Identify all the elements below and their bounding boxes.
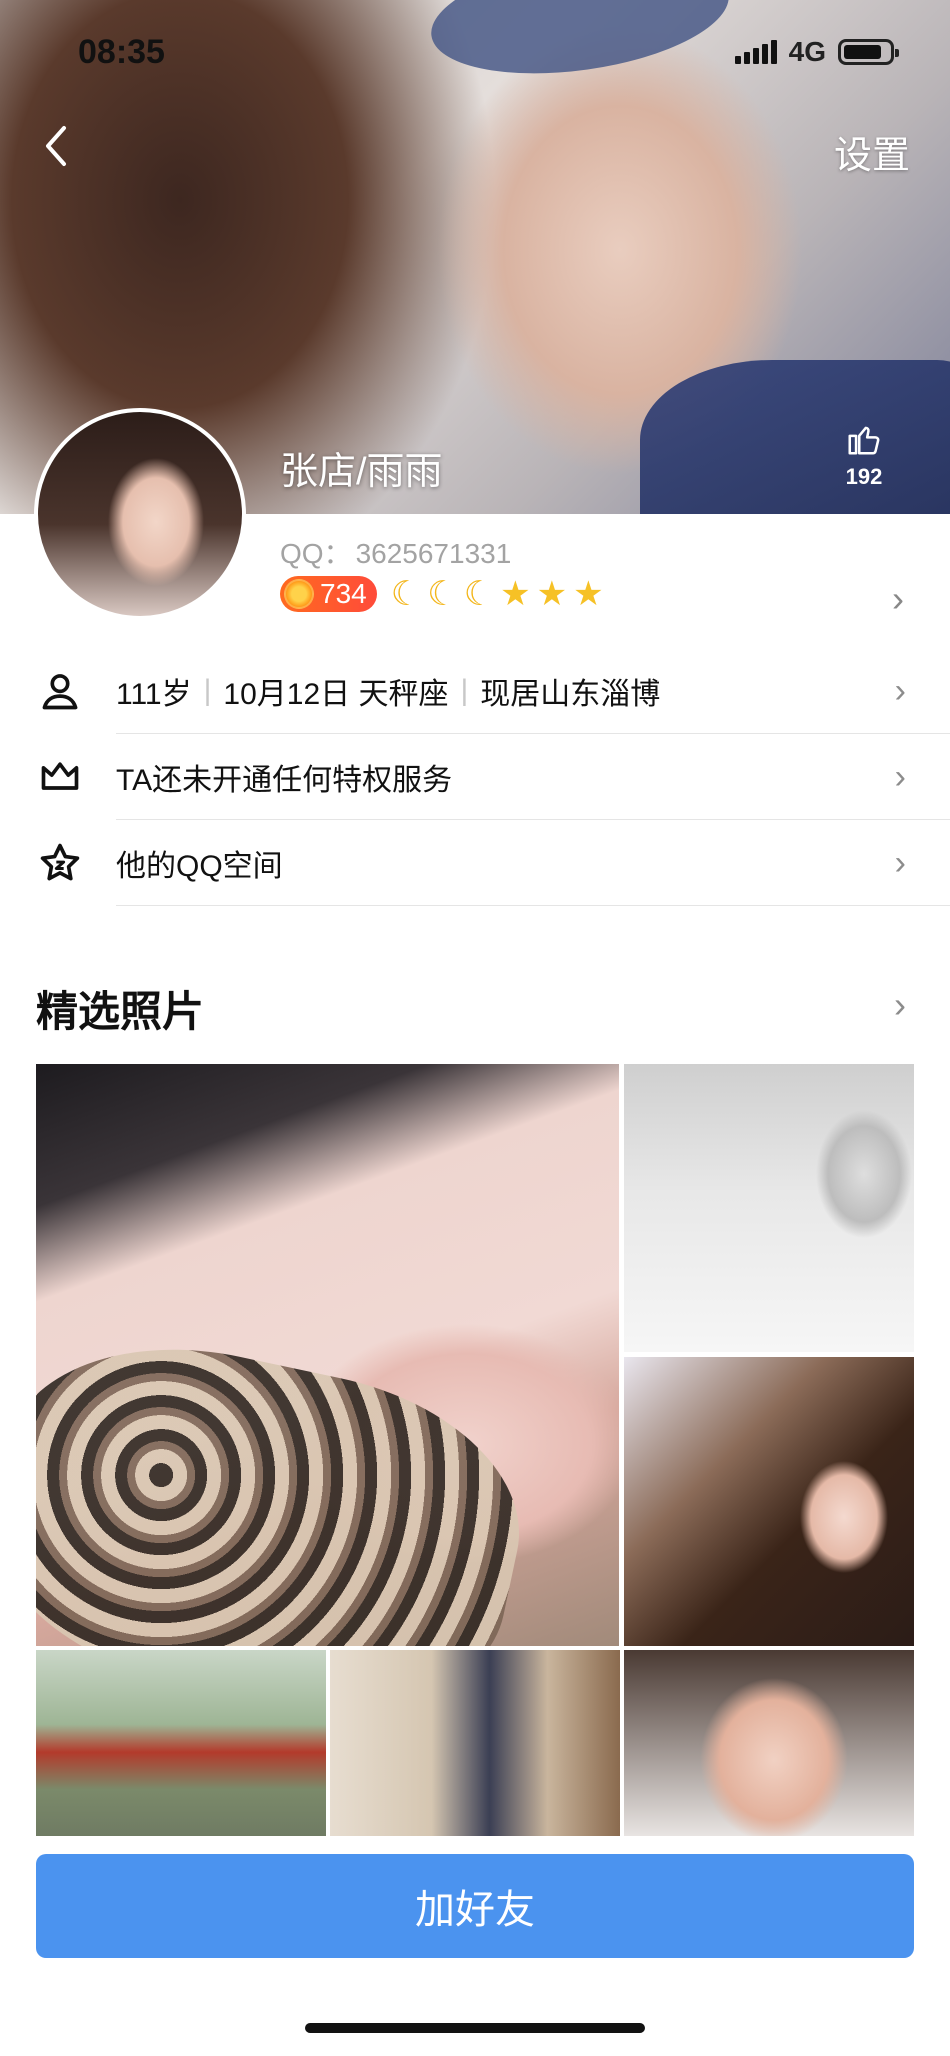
chevron-left-icon [46, 126, 66, 166]
qq-level-row[interactable]: 734 ☾ ☾ ☾ ★ ★ ★ [280, 576, 604, 612]
chevron-right-icon: › [894, 672, 906, 710]
profile-info-list: 111岁 | 10月12日 天秤座 | 现居山东淄博 › TA还未开通任何特权服… [0, 648, 950, 906]
divider: | [460, 673, 469, 707]
like-count: 192 [845, 464, 883, 489]
home-indicator[interactable] [305, 2023, 645, 2033]
signal-icon [734, 40, 777, 64]
featured-photos-chevron-right-icon[interactable]: › [894, 984, 906, 1026]
featured-photos-title: 精选照片 [36, 988, 205, 1035]
add-friend-button[interactable]: 加好友 [36, 1854, 914, 1958]
qq-number-line: QQ： 3625671331 [280, 532, 511, 572]
photo-pillow-pattern [36, 1313, 545, 1646]
divider: | [203, 673, 212, 707]
cover-clothing-shape [640, 360, 950, 514]
status-indicators: 4G [734, 36, 899, 68]
star-icon: ★ [536, 575, 568, 613]
star-icon: ★ [500, 575, 531, 613]
privilege-text: TA还未开通任何特权服务 [116, 734, 950, 820]
network-type: 4G [788, 36, 826, 67]
level-chevron-right-icon[interactable]: › [892, 578, 904, 620]
age-text: 111岁 [116, 677, 192, 711]
sun-icon [284, 579, 314, 609]
featured-photo-6[interactable] [624, 1650, 914, 1836]
basic-info-text: 111岁 | 10月12日 天秤座 | 现居山东淄博 [116, 648, 950, 734]
crown-icon [0, 755, 116, 799]
level-value: 734 [320, 578, 367, 609]
chevron-right-icon: › [894, 844, 906, 882]
featured-photo-1[interactable] [36, 1064, 619, 1646]
qzone-star-icon [0, 841, 116, 885]
moon-icon: ☾ [427, 575, 458, 613]
moon-icon: ☾ [390, 575, 422, 613]
qq-number: 3625671331 [355, 538, 512, 569]
featured-photo-2[interactable] [624, 1064, 914, 1352]
chevron-right-icon: › [894, 758, 906, 796]
qq-label: QQ： [280, 538, 352, 569]
avatar[interactable] [34, 408, 246, 620]
star-icon: ★ [573, 575, 604, 613]
settings-button[interactable]: 设置 [834, 124, 910, 179]
battery-icon [838, 39, 899, 65]
level-badge: 734 [280, 576, 377, 612]
person-icon [0, 669, 116, 713]
thumbs-up-icon [848, 426, 880, 455]
privilege-row[interactable]: TA还未开通任何特权服务 › [0, 734, 950, 820]
basic-info-row[interactable]: 111岁 | 10月12日 天秤座 | 现居山东淄博 › [0, 648, 950, 734]
location-text: 现居山东淄博 [480, 677, 661, 711]
qzone-row[interactable]: 他的QQ空间 › [0, 820, 950, 906]
featured-photo-5[interactable] [330, 1650, 620, 1836]
status-bar: 08:35 4G [0, 0, 950, 104]
back-button[interactable] [34, 118, 78, 174]
like-button[interactable]: 192 [834, 420, 894, 490]
status-time: 08:35 [78, 32, 165, 71]
moon-icon: ☾ [463, 575, 495, 613]
nickname: 张店/雨雨 [280, 451, 443, 493]
featured-photo-3[interactable] [624, 1357, 914, 1646]
qzone-text: 他的QQ空间 [116, 820, 950, 906]
featured-photo-4[interactable] [36, 1650, 326, 1836]
level-icons: ☾ ☾ ☾ ★ ★ ★ [391, 577, 604, 611]
birthday-text: 10月12日 天秤座 [223, 677, 449, 711]
